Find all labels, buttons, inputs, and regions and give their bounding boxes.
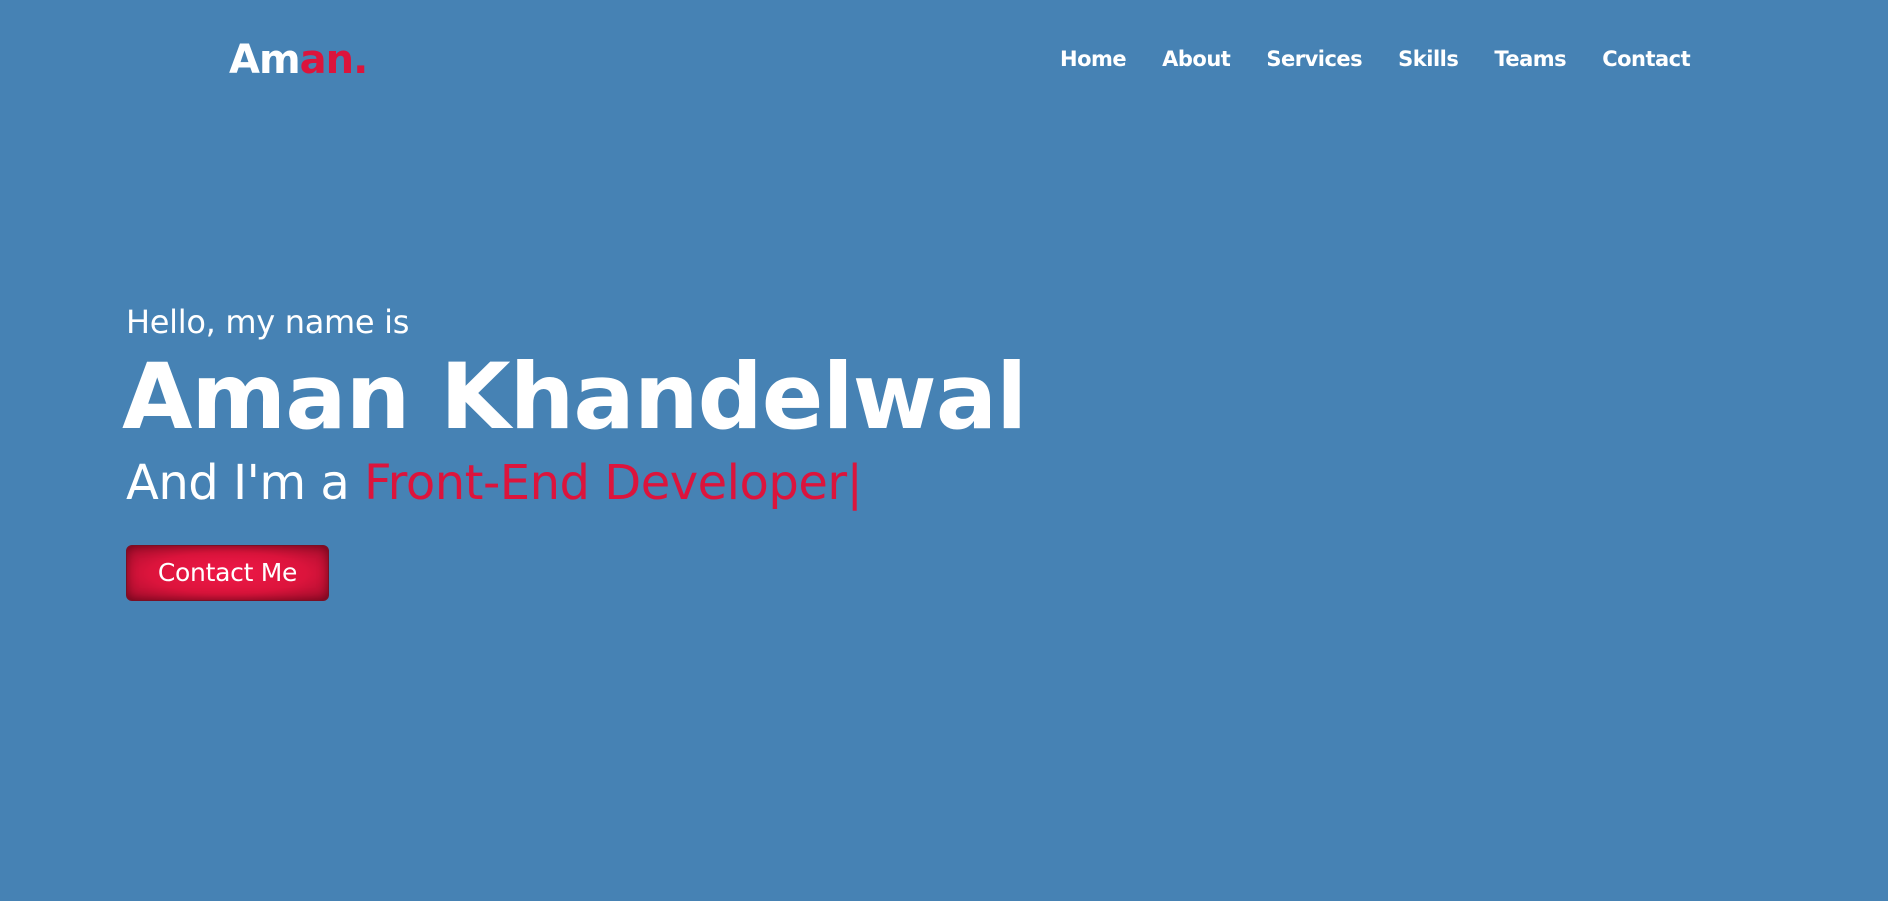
hero-role-prefix: And I'm a [126,455,365,511]
hero-role: And I'm a Front-End Developer| [126,452,1226,514]
nav-item-contact: Contact [1602,44,1691,74]
hero-role-typed: Front-End Developer [364,455,847,511]
nav-link-teams[interactable]: Teams [1494,47,1566,71]
logo[interactable]: Aman. [229,34,369,86]
hero-name: Aman Khandelwal [122,345,1027,450]
nav-menu: Home About Services Skills Teams Contact [1060,44,1691,74]
typing-cursor: | [846,455,863,511]
nav-link-contact[interactable]: Contact [1602,47,1691,71]
nav-item-services: Services [1266,44,1362,74]
nav-item-about: About [1162,44,1231,74]
nav-item-skills: Skills [1398,44,1459,74]
nav-item-teams: Teams [1494,44,1566,74]
nav-link-skills[interactable]: Skills [1398,47,1459,71]
hero-section: Hello, my name is Aman Khandelwal And I'… [122,300,1226,514]
nav-item-home: Home [1060,44,1127,74]
logo-accent: an. [299,37,369,83]
navbar: Aman. Home About Services Skills Teams C… [0,0,1888,120]
nav-link-services[interactable]: Services [1266,47,1362,71]
logo-main: Am [229,37,301,83]
nav-link-home[interactable]: Home [1060,47,1127,71]
hero-intro: Hello, my name is [126,303,410,341]
nav-link-about[interactable]: About [1162,47,1231,71]
contact-me-button[interactable]: Contact Me [126,545,329,601]
